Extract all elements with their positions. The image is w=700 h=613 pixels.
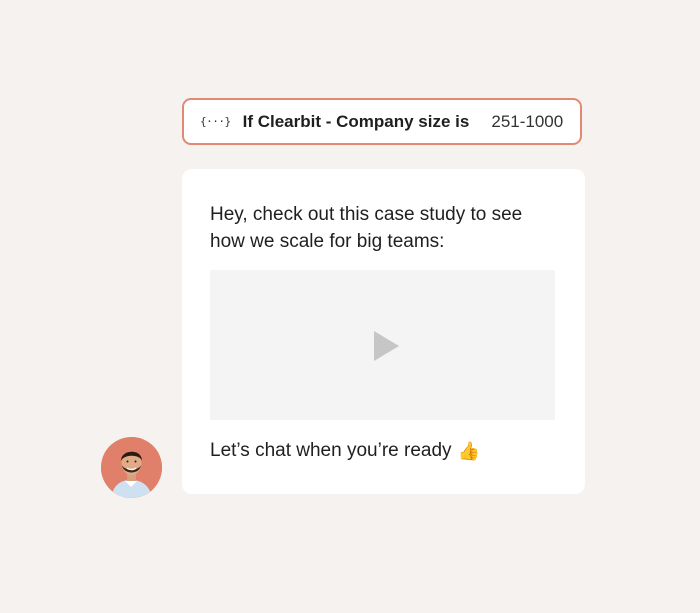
message-card: Hey, check out this case study to see ho… xyxy=(182,169,585,494)
canvas: {···} If Clearbit - Company size is 251-… xyxy=(0,0,700,613)
message-outro: Let’s chat when you’re ready 👍 xyxy=(210,439,480,463)
play-icon[interactable] xyxy=(374,331,399,361)
condition-pill[interactable]: {···} If Clearbit - Company size is 251-… xyxy=(182,98,582,145)
condition-value: 251-1000 xyxy=(491,111,564,131)
message-intro-text: Hey, check out this case study to see ho… xyxy=(210,204,523,252)
variable-braces-icon: {···} xyxy=(200,115,231,128)
video-placeholder[interactable] xyxy=(210,270,555,420)
thumbs-up-icon: 👍 xyxy=(457,441,480,461)
message-outro-text: Let’s chat when you’re ready xyxy=(210,440,452,461)
avatar-portrait xyxy=(101,437,162,498)
condition-rule: If Clearbit - Company size is xyxy=(242,111,470,131)
avatar xyxy=(101,437,162,498)
